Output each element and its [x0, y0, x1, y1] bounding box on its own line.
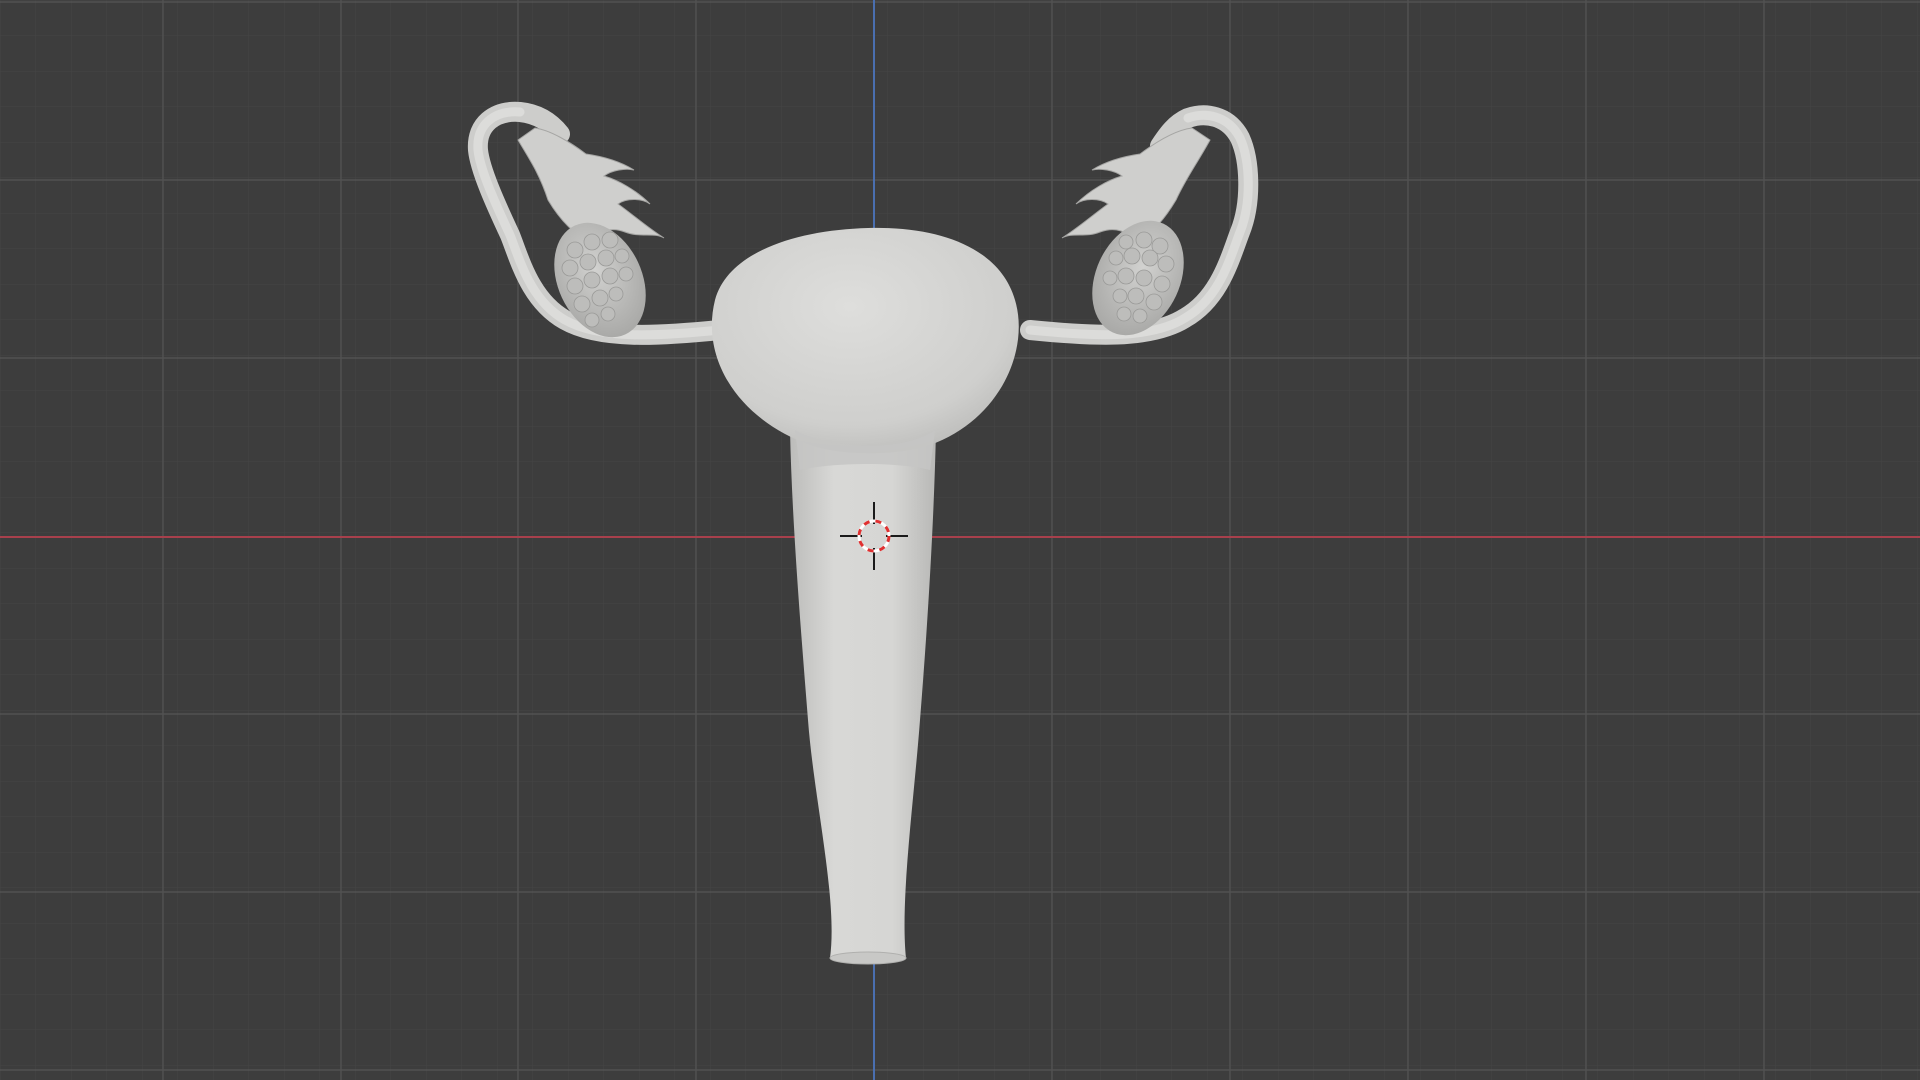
minor-grid [0, 0, 1920, 1080]
viewport-canvas[interactable] [0, 0, 1920, 1080]
canal-opening [829, 951, 907, 965]
3d-viewport[interactable] [0, 0, 1920, 1080]
